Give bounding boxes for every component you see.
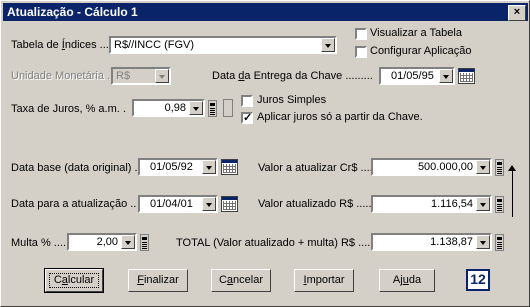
calculator-icon[interactable] [495,159,504,176]
chevron-down-icon [155,69,169,83]
data-entrega-field[interactable]: 01/05/95 [379,67,455,85]
chevron-down-icon[interactable] [189,101,203,115]
taxa-field[interactable]: 0,98 [132,99,205,117]
visualizar-checkbox[interactable] [355,28,367,40]
taxa-label: Taxa de Juros, % a.m. . [11,103,126,115]
calculator-icon[interactable] [208,100,217,117]
juros-simples-label: Juros Simples [257,94,327,106]
valor-atualizado-label: Valor atualizado R$ ..... [258,198,372,210]
unidade-label: Unidade Monetária . [11,70,111,82]
spacer-box [223,99,233,117]
title-bar[interactable]: Atualização - Cálculo 1 × [3,3,528,21]
total-field[interactable]: 1.138,87 [371,233,492,251]
data-base-label: Data base (data original) . [11,162,138,174]
visualizar-label: Visualizar a Tabela [370,27,462,39]
tabela-label: Tabela de Índices ... [11,39,109,51]
ajuda-button[interactable]: Ajuda [379,269,435,292]
calculator-icon[interactable] [495,234,504,251]
configurar-checkbox[interactable] [355,46,367,58]
calendar-icon[interactable] [221,159,238,175]
calendar-icon[interactable] [221,196,238,212]
calcular-button[interactable]: Calcular [44,268,104,293]
valor-atualizar-field[interactable]: 500.000,00 [371,158,492,176]
aplicar-juros-checkbox[interactable] [241,111,253,124]
calculator-help-icon[interactable]: 12 [466,269,490,291]
calculator-icon[interactable] [495,196,504,213]
juros-simples-checkbox[interactable] [241,95,253,107]
finalizar-button[interactable]: Finalizar [128,269,188,292]
importar-button[interactable]: Importar [294,269,354,292]
chevron-down-icon[interactable] [439,69,453,83]
chevron-down-icon[interactable] [476,235,490,249]
unidade-select: R$ [111,67,171,85]
chevron-down-icon[interactable] [321,38,335,52]
configurar-label: Configurar Aplicação [370,45,472,57]
valor-atualizar-label: Valor a atualizar Cr$ .... [258,162,373,174]
calculator-icon[interactable] [140,234,149,251]
calendar-icon[interactable] [458,68,475,84]
chevron-down-icon[interactable] [202,160,216,174]
cancelar-button[interactable]: Cancelar [211,269,271,292]
multa-label: Multa % .... [11,237,67,249]
data-atualizacao-field[interactable]: 01/04/01 [138,195,218,213]
data-base-field[interactable]: 01/05/92 [138,158,218,176]
close-button[interactable]: × [508,5,526,21]
multa-field[interactable]: 2,00 [67,233,137,251]
arrow-up-icon [508,165,516,217]
total-label: TOTAL (Valor atualizado + multa) R$ .... [176,237,371,249]
dialog-window: Atualização - Cálculo 1 × Tabela de Índi… [0,0,530,307]
chevron-down-icon[interactable] [202,197,216,211]
valor-atualizado-field[interactable]: 1.116,54 [371,195,492,213]
tabela-select[interactable]: R$//INCC (FGV) [109,36,337,54]
data-atualizacao-label: Data para a atualização .. [11,198,137,210]
window-title: Atualização - Cálculo 1 [7,5,138,19]
data-entrega-label: Data da Entrega da Chave ......... [212,70,373,82]
chevron-down-icon[interactable] [476,197,490,211]
chevron-down-icon[interactable] [121,235,135,249]
aplicar-juros-label: Aplicar juros só a partir da Chave. [257,111,423,123]
chevron-down-icon[interactable] [476,160,490,174]
